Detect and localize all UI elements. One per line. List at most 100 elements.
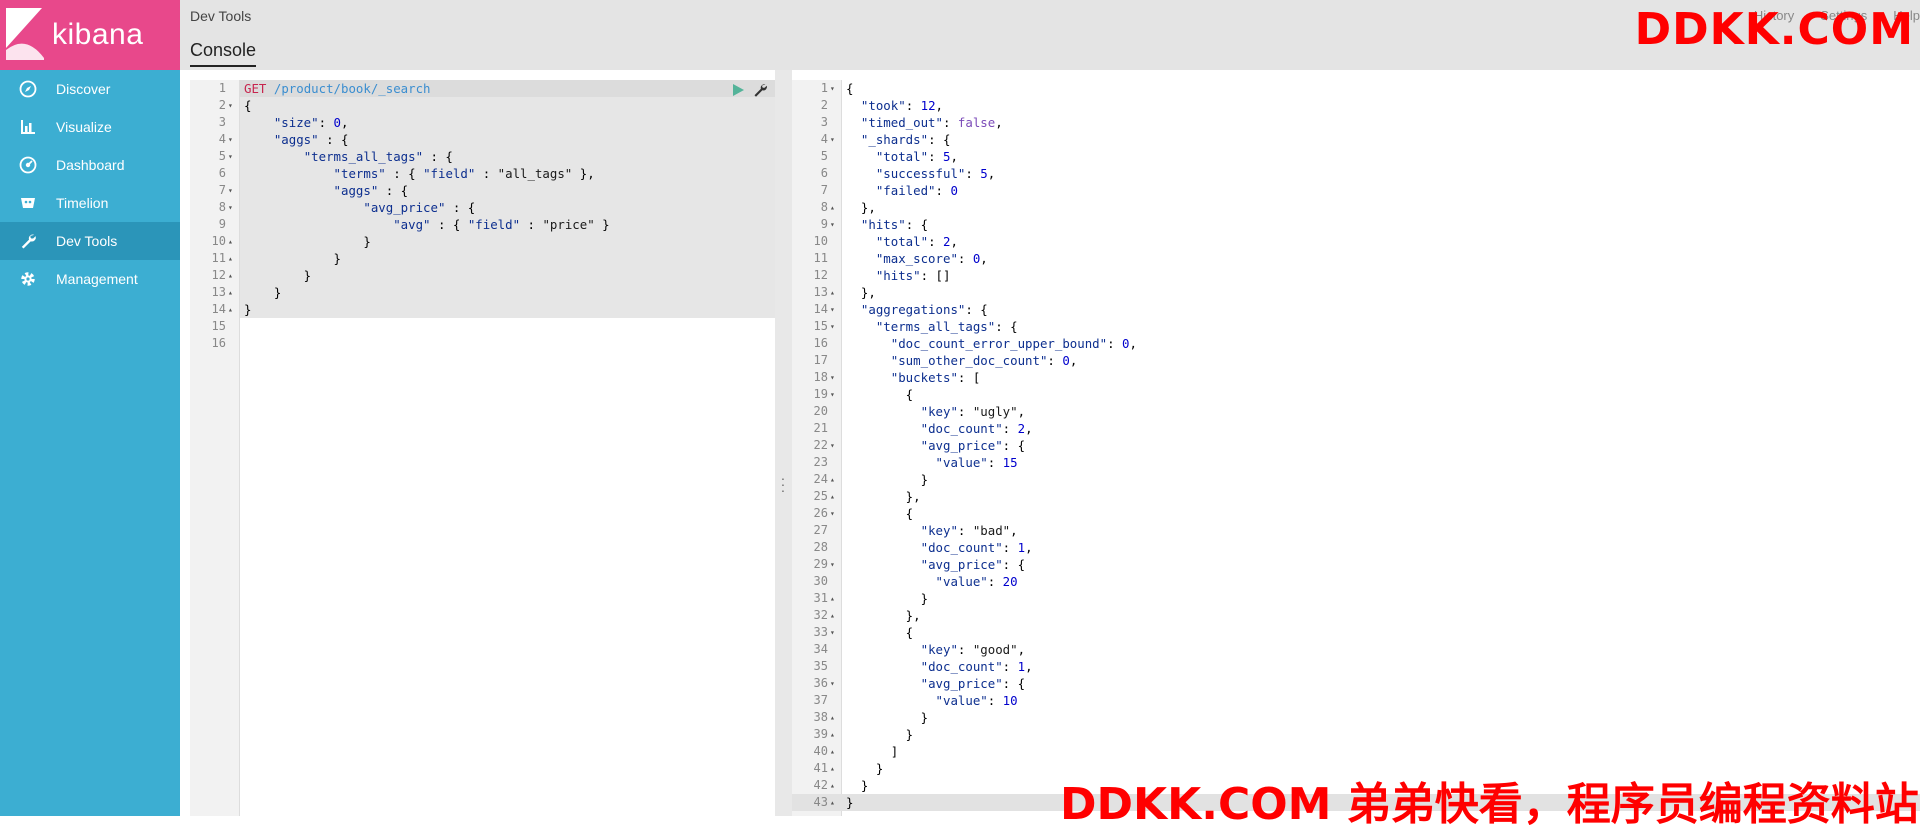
code-line: 39▴ }: [792, 726, 1920, 743]
fold-toggle-icon[interactable]: ▴: [830, 777, 835, 794]
line-number: 13: [190, 284, 226, 301]
code-text: }: [846, 794, 853, 811]
fold-toggle-icon[interactable]: ▾: [228, 131, 233, 148]
fold-toggle-icon[interactable]: ▾: [830, 80, 835, 97]
fold-toggle-icon[interactable]: ▾: [830, 437, 835, 454]
fold-toggle-icon[interactable]: ▴: [830, 607, 835, 624]
fold-toggle-icon[interactable]: ▾: [830, 624, 835, 641]
fold-toggle-icon[interactable]: ▴: [228, 284, 233, 301]
code-line: 37 "value": 10: [792, 692, 1920, 709]
code-line: 22▾ "avg_price": {: [792, 437, 1920, 454]
code-text: },: [846, 199, 876, 216]
code-text: "sum_other_doc_count": 0,: [846, 352, 1077, 369]
pane-divider[interactable]: [775, 70, 792, 816]
sidebar: kibana DiscoverVisualize Dashboard Timelio…: [0, 0, 180, 816]
code-text: "terms_all_tags" : {: [244, 148, 453, 165]
code-line: 9▾ "hits": {: [792, 216, 1920, 233]
sidebar-item-management[interactable]: Management: [0, 260, 180, 298]
code-text: "value": 10: [846, 692, 1018, 709]
fold-toggle-icon[interactable]: ▴: [830, 709, 835, 726]
fold-toggle-icon[interactable]: ▴: [228, 301, 233, 318]
line-number: 2: [190, 97, 226, 114]
fold-toggle-icon[interactable]: ▴: [830, 760, 835, 777]
fold-toggle-icon[interactable]: ▾: [830, 318, 835, 335]
code-line: 35 "doc_count": 1,: [792, 658, 1920, 675]
line-number: 4: [792, 131, 828, 148]
fold-toggle-icon[interactable]: ▾: [830, 131, 835, 148]
sidebar-nav: DiscoverVisualize Dashboard TimelionDev To…: [0, 70, 180, 298]
sidebar-item-dev-tools[interactable]: Dev Tools: [0, 222, 180, 260]
sidebar-item-dashboard[interactable]: Dashboard: [0, 146, 180, 184]
code-text: "doc_count": 2,: [846, 420, 1033, 437]
code-line: 16: [190, 335, 775, 352]
code-text: "key": "bad",: [846, 522, 1018, 539]
code-text: "took": 12,: [846, 97, 943, 114]
line-number: 23: [792, 454, 828, 471]
play-icon[interactable]: [730, 82, 746, 98]
code-line: 9 "avg" : { "field" : "price" }: [190, 216, 775, 233]
line-number: 25: [792, 488, 828, 505]
fold-toggle-icon[interactable]: ▴: [830, 199, 835, 216]
fold-toggle-icon[interactable]: ▴: [830, 743, 835, 760]
fold-toggle-icon[interactable]: ▴: [228, 250, 233, 267]
code-line: 11 "max_score": 0,: [792, 250, 1920, 267]
line-number: 7: [792, 182, 828, 199]
code-line: 6 "terms" : { "field" : "all_tags" },: [190, 165, 775, 182]
line-number: 9: [190, 216, 226, 233]
sidebar-item-discover[interactable]: Discover: [0, 70, 180, 108]
code-text: {: [846, 505, 913, 522]
fold-toggle-icon[interactable]: ▴: [830, 726, 835, 743]
fold-toggle-icon[interactable]: ▴: [228, 233, 233, 250]
code-text: "avg" : { "field" : "price" }: [244, 216, 610, 233]
fold-toggle-icon[interactable]: ▾: [228, 97, 233, 114]
code-line: 25▴ },: [792, 488, 1920, 505]
watermark-bottom: DDKK.COM 弟弟快看，程序员编程资料站: [1060, 768, 1919, 832]
response-code[interactable]: 1▾{2 "took": 12,3 "timed_out": false,4▾ …: [792, 80, 1920, 811]
kibana-logo[interactable]: kibana: [0, 0, 180, 70]
code-text: }: [846, 590, 928, 607]
fold-toggle-icon[interactable]: ▾: [830, 556, 835, 573]
fold-toggle-icon[interactable]: ▾: [228, 199, 233, 216]
resize-handle-icon[interactable]: ···: [779, 475, 787, 493]
fold-toggle-icon[interactable]: ▴: [228, 267, 233, 284]
fold-toggle-icon[interactable]: ▾: [830, 216, 835, 233]
fold-toggle-icon[interactable]: ▴: [830, 590, 835, 607]
fold-toggle-icon[interactable]: ▴: [830, 794, 835, 811]
wrench-icon: [18, 231, 38, 251]
fold-toggle-icon[interactable]: ▴: [830, 471, 835, 488]
fold-toggle-icon[interactable]: ▾: [830, 505, 835, 522]
request-code[interactable]: 1GET /product/book/_search2▾{3 "size": 0…: [190, 80, 775, 352]
wrench-icon[interactable]: [752, 82, 768, 98]
line-number: 8: [792, 199, 828, 216]
fold-toggle-icon[interactable]: ▾: [830, 675, 835, 692]
line-number: 27: [792, 522, 828, 539]
code-text: },: [846, 284, 876, 301]
fold-toggle-icon[interactable]: ▾: [830, 386, 835, 403]
sidebar-item-visualize[interactable]: Visualize: [0, 108, 180, 146]
code-line: 34 "key": "good",: [792, 641, 1920, 658]
sidebar-item-timelion[interactable]: Timelion: [0, 184, 180, 222]
code-line: 31▴ }: [792, 590, 1920, 607]
code-line: 13▴ },: [792, 284, 1920, 301]
tab-console[interactable]: Console: [190, 40, 256, 67]
line-number: 3: [792, 114, 828, 131]
line-number: 11: [792, 250, 828, 267]
line-number: 41: [792, 760, 828, 777]
response-viewer[interactable]: 1▾{2 "took": 12,3 "timed_out": false,4▾ …: [792, 70, 1920, 816]
code-text: {: [244, 97, 251, 114]
code-line: 5 "total": 5,: [792, 148, 1920, 165]
code-line: 3 "size": 0,: [190, 114, 775, 131]
gear-icon: [18, 269, 38, 289]
fold-toggle-icon[interactable]: ▾: [228, 182, 233, 199]
fold-toggle-icon[interactable]: ▾: [830, 301, 835, 318]
fold-toggle-icon[interactable]: ▴: [830, 284, 835, 301]
line-number: 26: [792, 505, 828, 522]
code-text: "max_score": 0,: [846, 250, 988, 267]
request-editor[interactable]: 1GET /product/book/_search2▾{3 "size": 0…: [190, 70, 775, 816]
fold-toggle-icon[interactable]: ▾: [830, 369, 835, 386]
line-number: 11: [190, 250, 226, 267]
fold-toggle-icon[interactable]: ▾: [228, 148, 233, 165]
sidebar-item-label: Dashboard: [56, 157, 125, 173]
line-number: 31: [792, 590, 828, 607]
fold-toggle-icon[interactable]: ▴: [830, 488, 835, 505]
